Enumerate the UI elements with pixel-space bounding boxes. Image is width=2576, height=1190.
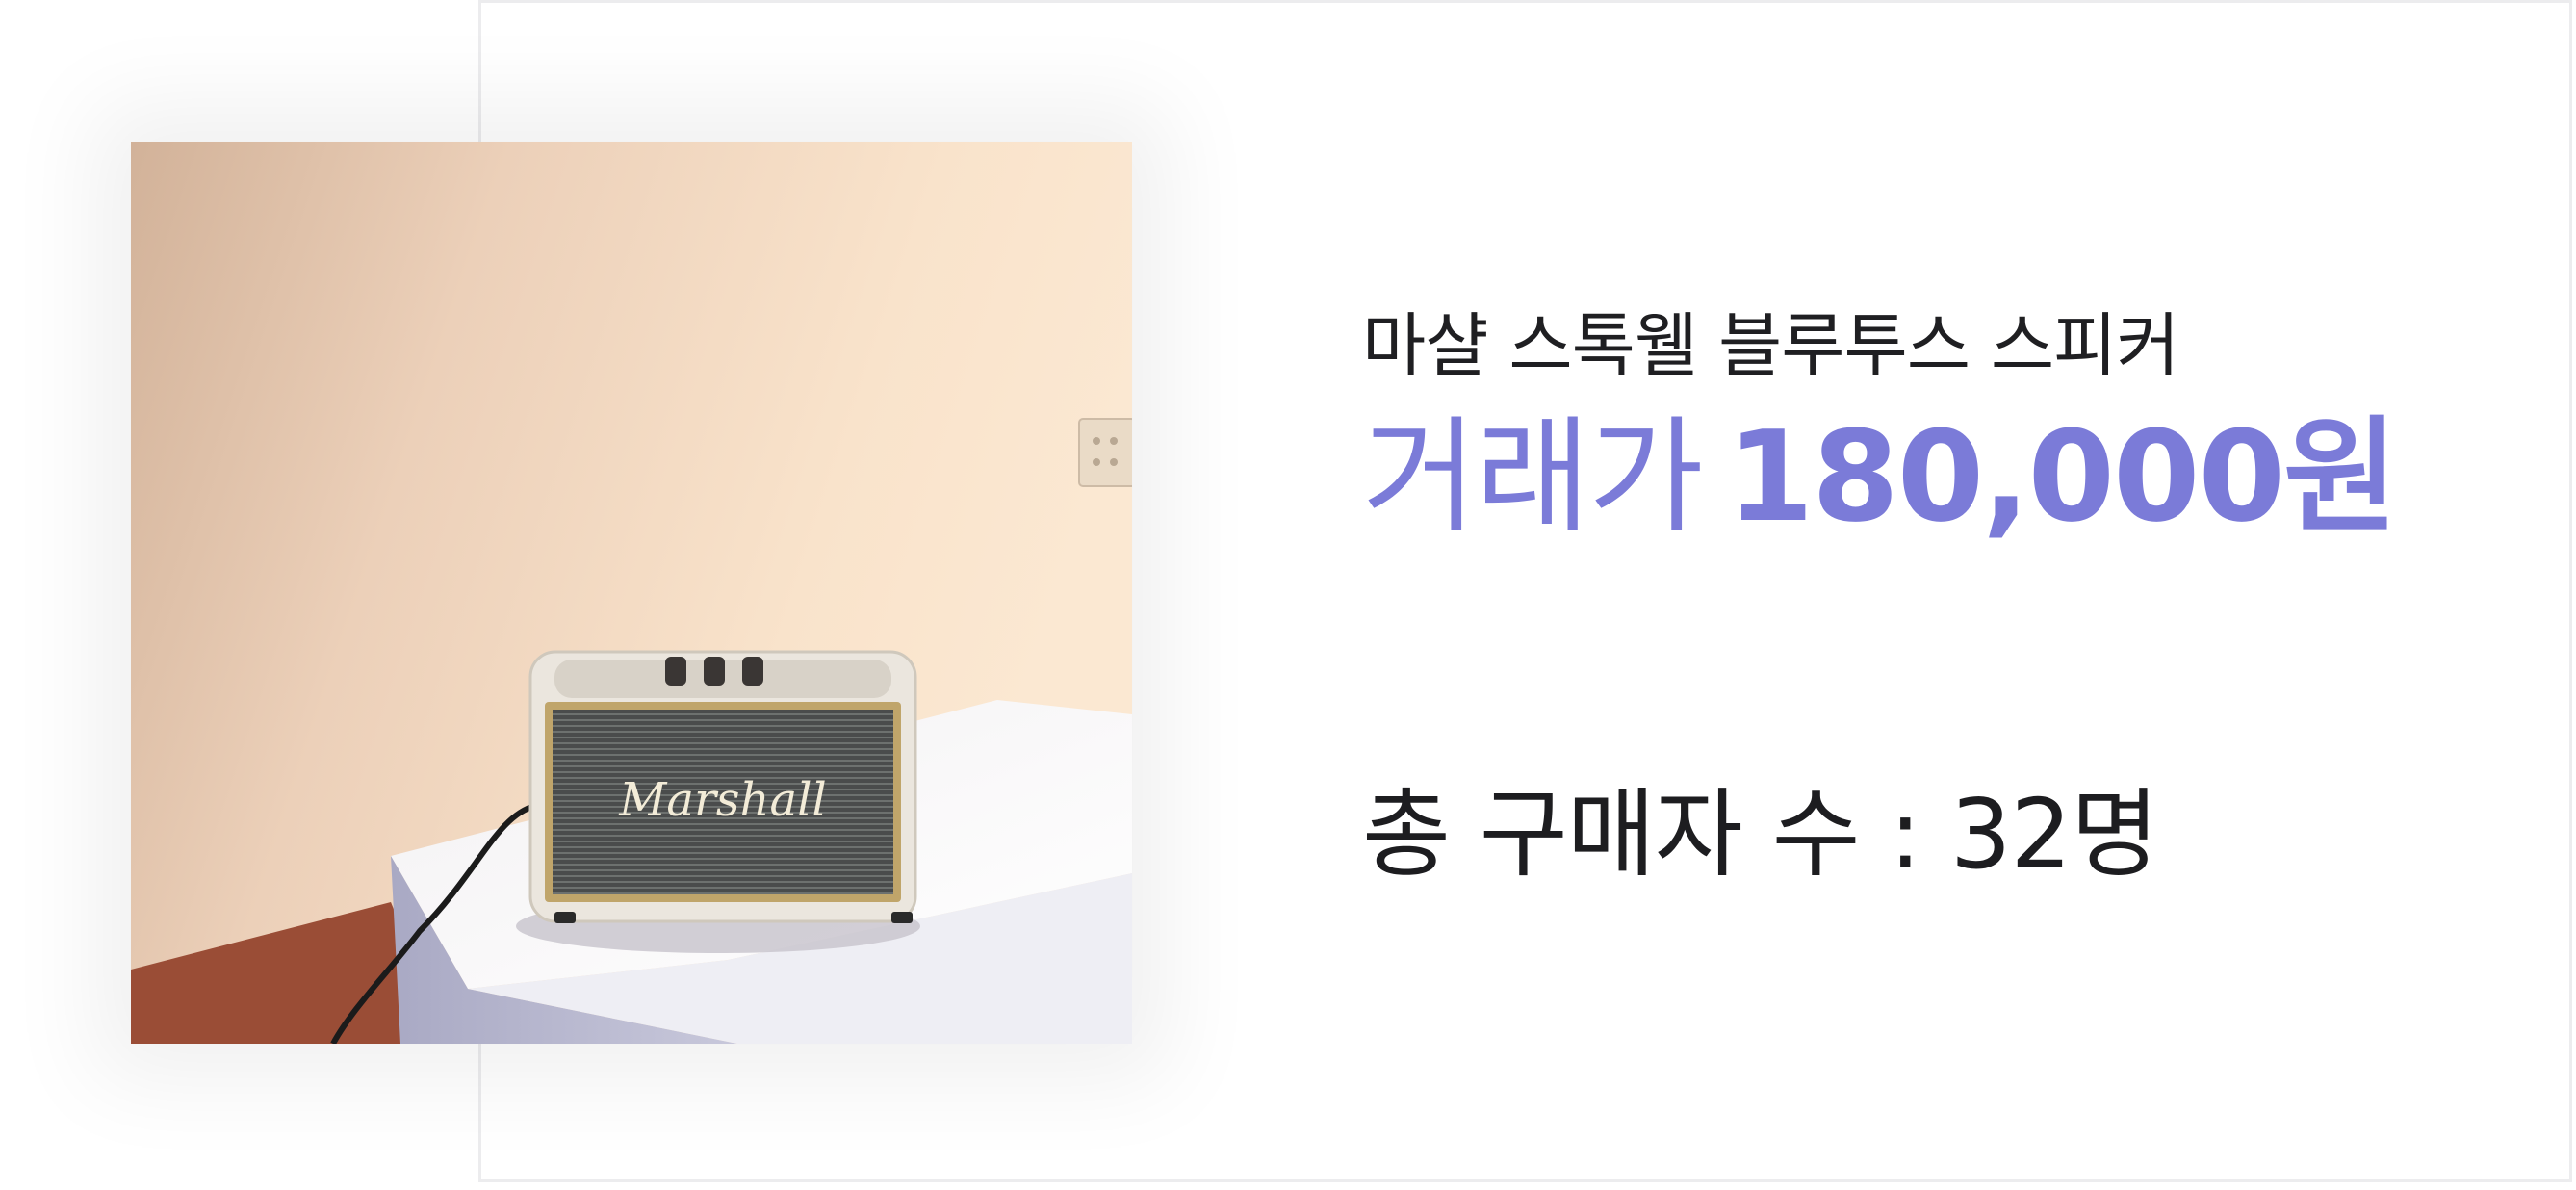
price-line: 거래가 180,000원 xyxy=(1362,414,2399,539)
product-title: 마샬 스톡웰 블루투스 스피커 xyxy=(1362,305,2180,386)
speaker-brand-logo: Marshall xyxy=(618,773,827,827)
deal-item-screen: Marshall 마샬 스톡웰 블루투스 스피커 거래가 180,000원 총 구… xyxy=(0,0,2576,1190)
speaker-photo-illustration: Marshall xyxy=(131,142,1132,1044)
buyer-count: 총 구매자 수 : 32명 xyxy=(1362,778,2159,891)
product-photo[interactable]: Marshall xyxy=(131,142,1132,1044)
price-label: 거래가 xyxy=(1362,403,1704,550)
price-value: 180,000원 xyxy=(1726,403,2399,550)
